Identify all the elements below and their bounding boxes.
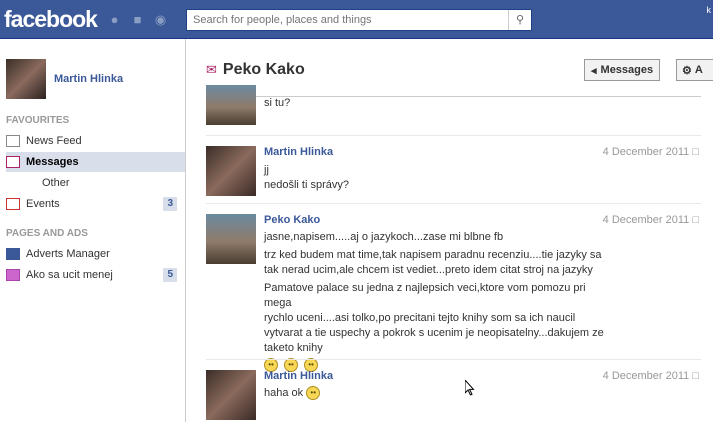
reply-icon: □	[692, 370, 699, 382]
message-item: si tu?	[206, 85, 701, 135]
profile-name[interactable]: Martin Hlinka	[54, 73, 123, 85]
page-count-badge: 5	[163, 268, 177, 282]
sender-photo[interactable]	[206, 146, 256, 196]
sidebar-item-label: Ako sa ucit menej	[26, 269, 113, 281]
search-input[interactable]	[187, 10, 517, 30]
message-item: Peko Kako 4 December 2011 □ jasne,napise…	[206, 203, 701, 373]
favourites-heading: FAVOURITES	[6, 115, 70, 126]
message-date: 4 December 2011 □	[602, 214, 699, 226]
sidebar-item-label: Adverts Manager	[26, 248, 110, 260]
sidebar-item-page[interactable]: Ako sa ucit menej 5	[6, 265, 185, 285]
notifications-globe-icon[interactable]: ◉	[152, 12, 169, 27]
message-text: jj nedošli ti správy?	[264, 164, 349, 191]
sender-photo[interactable]	[206, 85, 256, 125]
message-text: jasne,napisem.....aj o jazykoch...zase m…	[264, 230, 614, 373]
avatar[interactable]	[6, 59, 46, 99]
message-date: 4 December 2011 □	[602, 146, 699, 158]
left-sidebar: Martin Hlinka FAVOURITES News Feed Messa…	[0, 39, 186, 422]
page-icon	[6, 269, 20, 281]
gear-icon: ⚙	[682, 64, 692, 77]
sidebar-item-adverts-manager[interactable]: Adverts Manager	[6, 244, 185, 264]
calendar-icon	[6, 198, 20, 210]
message-item: Martin Hlinka 4 December 2011 □ haha ok …	[206, 359, 701, 422]
sender-photo[interactable]	[206, 214, 256, 264]
chevron-left-icon: ◂	[591, 64, 597, 77]
message-bubble-icon: ✉	[206, 62, 217, 77]
news-feed-icon	[6, 135, 20, 147]
sidebar-item-other[interactable]: Other	[42, 177, 70, 189]
facebook-logo[interactable]: facebook	[4, 6, 98, 33]
back-to-messages-button[interactable]: ◂ Messages	[584, 59, 661, 81]
events-count-badge: 3	[163, 197, 177, 211]
messages-icon	[6, 156, 20, 168]
sidebar-item-label: News Feed	[26, 135, 82, 147]
sidebar-item-news-feed[interactable]: News Feed	[6, 131, 185, 151]
smiley-icon: ••	[306, 386, 321, 401]
sender-photo[interactable]	[206, 370, 256, 420]
sidebar-item-label: Events	[26, 198, 60, 210]
message-item: Martin Hlinka 4 December 2011 □ jj nedoš…	[206, 135, 701, 204]
message-text: haha ok ••	[264, 386, 614, 401]
conversation-title: Peko Kako	[222, 61, 305, 78]
pages-heading: PAGES AND ADS	[6, 228, 88, 239]
friend-requests-icon[interactable]: ●	[106, 12, 123, 27]
sender-name[interactable]: Martin Hlinka	[264, 146, 333, 158]
mouse-cursor-icon	[465, 380, 475, 396]
actions-button-label: A	[694, 64, 703, 76]
adverts-manager-icon	[6, 248, 20, 260]
message-text: si tu?	[264, 97, 291, 109]
sidebar-item-events[interactable]: Events 3	[6, 194, 185, 214]
messages-jewel-icon[interactable]: ■	[129, 12, 146, 27]
messages-button-label: Messages	[600, 64, 654, 76]
reply-icon: □	[692, 146, 699, 158]
sidebar-item-messages[interactable]: Messages	[6, 152, 185, 172]
sender-name[interactable]: Peko Kako	[264, 214, 320, 226]
reply-icon: □	[692, 214, 699, 226]
corner-text: k	[706, 5, 712, 15]
notification-jewels: ● ■ ◉	[106, 12, 169, 27]
message-date: 4 December 2011 □	[602, 370, 699, 382]
conversation-panel: ✉ Peko Kako ◂ Messages ⚙ A si tu? Martin…	[186, 39, 713, 422]
sender-name[interactable]: Martin Hlinka	[264, 370, 333, 382]
sidebar-item-label: Messages	[26, 156, 79, 168]
actions-button[interactable]: ⚙ A	[676, 59, 713, 81]
search-icon[interactable]: ⚲	[508, 10, 531, 30]
top-bar: facebook ● ■ ◉ ⚲ k	[0, 0, 713, 39]
profile-link[interactable]: Martin Hlinka	[6, 59, 123, 99]
search-box: ⚲	[186, 9, 532, 31]
conversation-header: ✉ Peko Kako	[206, 61, 305, 79]
